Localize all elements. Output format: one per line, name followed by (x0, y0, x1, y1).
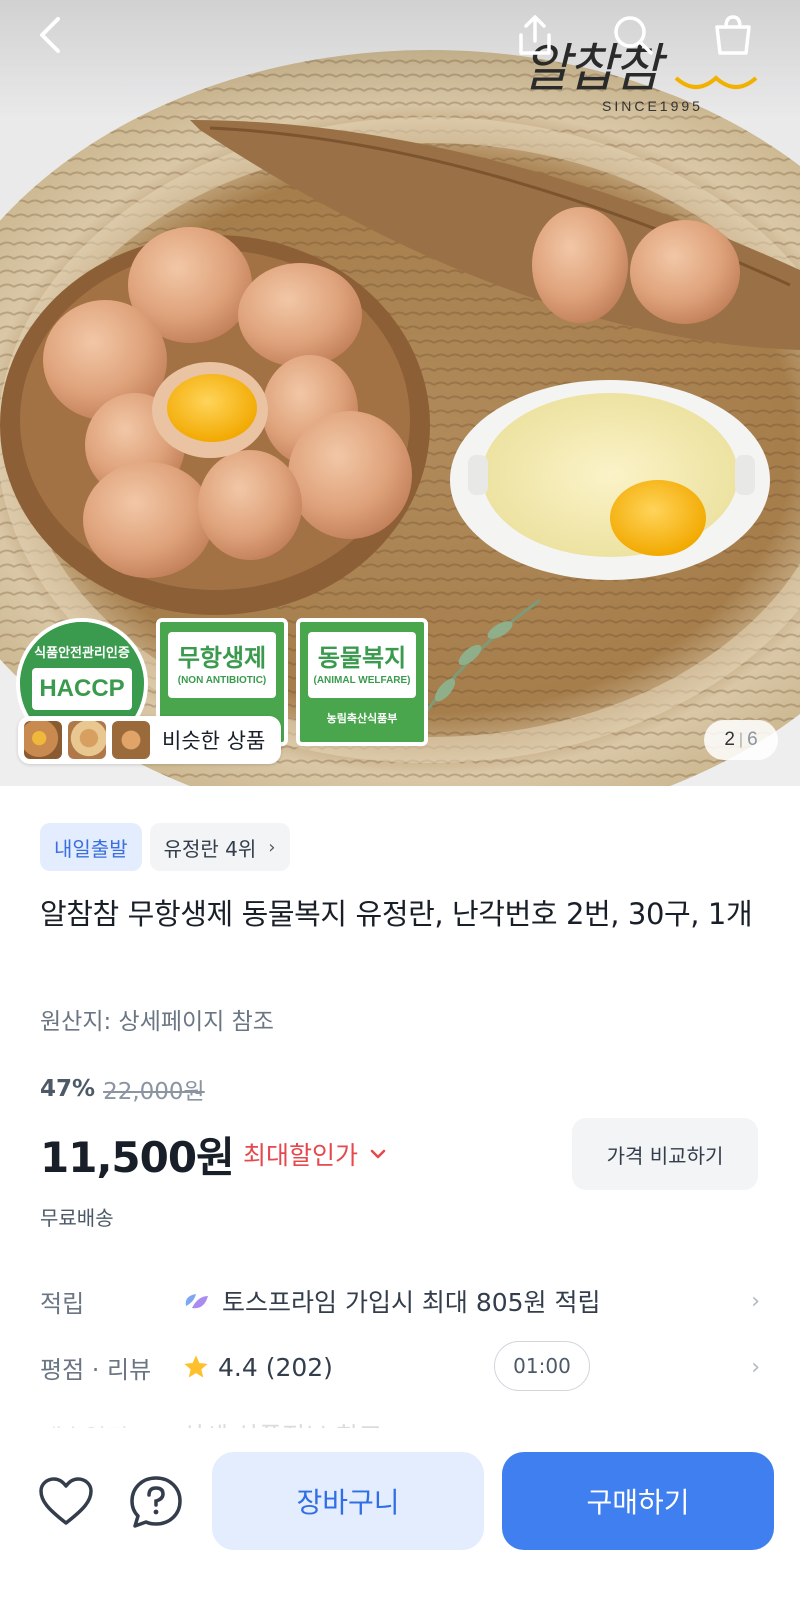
discount-rate: 47% (40, 1076, 96, 1102)
ministry-label: 농림축산식품부 (326, 712, 398, 725)
similar-products-button[interactable]: 비슷한 상품 (18, 716, 282, 764)
chevron-right-icon: › (268, 836, 276, 858)
page-current: 2 (724, 729, 735, 750)
heart-icon (39, 1477, 93, 1525)
page-total: 6 (747, 729, 758, 750)
haccp-main-text: HACCP (32, 668, 132, 710)
product-origin: 원산지: 상세페이지 참조 (40, 1009, 274, 1035)
animal-welfare-main: 동물복지 (317, 644, 407, 672)
rating-label: 평점 · 리뷰 (40, 1355, 152, 1384)
animal-welfare-badge: 동물복지 (ANIMAL WELFARE) 농림축산식품부 (296, 618, 428, 746)
product-image-carousel[interactable]: 알찹참 SINCE1995 식품안전관리인증 HACCP 무항생제 (NON A… (0, 0, 800, 786)
similar-thumb (68, 721, 106, 759)
timer-chip: 01:00 (494, 1340, 590, 1391)
similar-thumb (24, 721, 62, 759)
toss-prime-icon (185, 1294, 208, 1309)
share-icon (519, 15, 551, 55)
price-compare-button[interactable]: 가격 비교하기 (572, 1118, 758, 1190)
back-button[interactable] (26, 10, 76, 60)
rating-value: 4.4 (202) (218, 1352, 333, 1382)
reward-label: 적립 (40, 1289, 85, 1318)
add-to-cart-label: 장바구니 (296, 1486, 400, 1519)
back-icon (40, 17, 60, 53)
rank-tag-label: 유정란 4위 (163, 836, 257, 861)
max-discount-label: 최대할인가 (243, 1141, 359, 1170)
reward-row[interactable]: 적립 토스프라임 가입시 최대 805원 적립 › (40, 1276, 760, 1326)
rating-row[interactable]: 평점 · 리뷰 4.4 (202) 01:00 › (40, 1340, 760, 1392)
star-icon (184, 1355, 208, 1378)
share-button[interactable] (510, 10, 560, 60)
price-compare-label: 가격 비교하기 (606, 1143, 724, 1168)
cart-icon (715, 15, 751, 55)
non-antibiotic-sub: (NON ANTIBIOTIC) (177, 675, 267, 686)
price-meta: 47% 22,000원 (40, 1072, 205, 1106)
inquiry-button[interactable] (126, 1472, 186, 1532)
non-antibiotic-main: 무항생제 (177, 644, 267, 672)
similar-products-label: 비슷한 상품 (162, 729, 266, 753)
similar-thumb (112, 721, 150, 759)
chevron-right-icon: › (751, 1354, 760, 1380)
delivery-tag: 내일출발 (40, 823, 142, 871)
shipping-info: 무료배송 (40, 1206, 114, 1230)
wishlist-button[interactable] (36, 1472, 96, 1532)
buy-now-button[interactable]: 구매하기 (502, 1452, 774, 1550)
reward-text: 토스프라임 가입시 최대 805원 적립 (222, 1288, 601, 1317)
search-icon (614, 16, 653, 55)
product-title: 알참참 무항생제 동물복지 유정란, 난각번호 2번, 30구, 1개 (40, 897, 753, 931)
help-icon (130, 1476, 182, 1528)
rank-tag[interactable]: 유정란 4위 › (149, 823, 290, 871)
delivery-tag-label: 내일출발 (54, 836, 128, 861)
brand-since: SINCE1995 (602, 98, 703, 114)
chevron-right-icon: › (751, 1288, 760, 1314)
buy-now-label: 구매하기 (586, 1486, 690, 1519)
animal-welfare-sub: (ANIMAL WELFARE) (313, 675, 411, 686)
original-price: 22,000원 (103, 1079, 205, 1105)
search-button[interactable] (608, 10, 658, 60)
product-tags: 내일출발 유정란 4위 › (40, 823, 290, 871)
cart-button[interactable] (708, 10, 758, 60)
add-to-cart-button[interactable]: 장바구니 (212, 1452, 484, 1550)
chevron-down-icon (370, 1149, 386, 1159)
current-price: 11,500원 (40, 1133, 235, 1182)
image-page-counter: 2 | 6 (704, 720, 778, 760)
page-separator: | (738, 731, 744, 748)
max-discount-toggle[interactable]: 최대할인가 (243, 1136, 386, 1172)
